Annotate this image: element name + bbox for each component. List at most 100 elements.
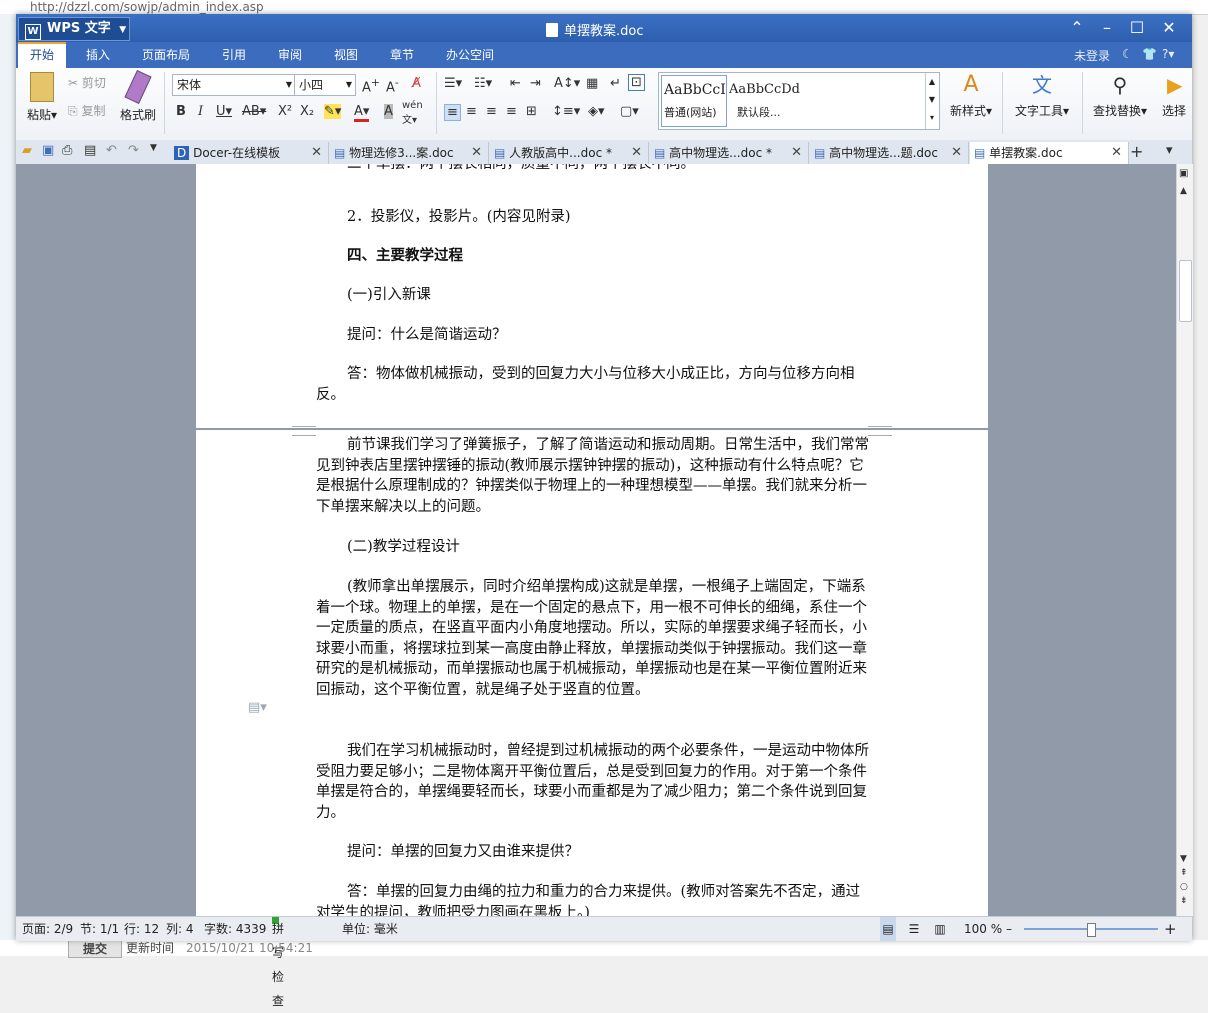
web-view-icon[interactable]: ▥ (932, 917, 948, 941)
menu-view[interactable]: 视图 (322, 42, 370, 68)
table-icon[interactable]: ▦ (586, 76, 598, 91)
menu-references[interactable]: 引用 (210, 42, 258, 68)
increase-indent-icon[interactable]: ⇥ (530, 76, 541, 91)
text-direction-icon[interactable]: A↕▾ (554, 76, 580, 91)
paragraph-mark-icon[interactable]: ↵ (610, 76, 621, 91)
undo-icon[interactable]: ↶ (106, 143, 117, 158)
redo-icon[interactable]: ↷ (128, 143, 139, 158)
menu-insert[interactable]: 插入 (74, 42, 122, 68)
chevron-down-icon[interactable]: ▼ (150, 143, 157, 153)
char-shading-icon[interactable]: A (384, 104, 393, 119)
close-button[interactable]: ✕ (1158, 18, 1180, 38)
decrease-indent-icon[interactable]: ⇤ (510, 76, 521, 91)
italic-icon[interactable]: I (198, 104, 203, 119)
grow-font-icon[interactable]: A+ (362, 76, 380, 95)
browser-url-bar[interactable]: http://dzzl.com/sowjp/admin_index.asp (0, 0, 1208, 15)
style-gallery-scroll[interactable]: ▲ ▼ ▾ (925, 73, 938, 129)
status-unit[interactable]: 单位: 毫米 (342, 917, 398, 941)
find-replace-button[interactable]: ⚲ 查找替换▾ (1088, 72, 1152, 119)
align-right-icon[interactable]: ≡ (486, 104, 497, 119)
previous-page-icon[interactable]: ⇞ (1180, 868, 1188, 878)
scroll-down-icon[interactable]: ▼ (1180, 854, 1187, 864)
close-icon[interactable]: ✕ (631, 142, 642, 164)
shrink-font-icon[interactable]: A- (386, 76, 399, 95)
print-preview-icon[interactable]: ▤ (84, 143, 96, 158)
tab-doc-4[interactable]: ▤ 高中物理选...题.doc ✕ (810, 142, 969, 164)
zoom-out-icon[interactable]: – (1006, 917, 1012, 941)
vertical-scrollbar[interactable]: ▣ ▲ ▼ ⇞ ○ ⇟ (1176, 164, 1193, 916)
tab-list-icon[interactable]: ▾ (1166, 143, 1173, 158)
tab-doc-1[interactable]: ▤ 物理选修3...案.doc ✕ (330, 142, 489, 164)
style-normal-web[interactable]: AaBbCcI 普通(网站) (661, 75, 727, 127)
show-hide-icon[interactable]: ⊡ (628, 74, 645, 91)
open-folder-icon[interactable]: ▰ (22, 143, 32, 158)
minimize-button[interactable]: – (1096, 18, 1118, 38)
menu-chapter[interactable]: 章节 (378, 42, 426, 68)
shirt-icon[interactable]: 👕 (1142, 47, 1157, 61)
text-tools-button[interactable]: 文 文字工具▾ (1010, 72, 1074, 119)
border-icon[interactable]: ▢▾ (620, 104, 639, 119)
page-view-icon[interactable]: ▤ (880, 917, 896, 941)
zoom-in-icon[interactable]: + (1164, 917, 1177, 941)
outline-view-icon[interactable]: ☰ (906, 917, 922, 941)
highlight-icon[interactable]: ✎▾ (324, 104, 342, 119)
align-center-icon[interactable]: ≡ (466, 104, 477, 119)
bullet-list-icon[interactable]: ☰▾ (444, 76, 462, 91)
select-browse-object-icon[interactable]: ○ (1180, 882, 1188, 892)
close-icon[interactable]: ✕ (951, 142, 962, 164)
scrollbar-thumb[interactable] (1179, 260, 1192, 322)
scroll-up-icon[interactable]: ▲ (1180, 186, 1187, 196)
clear-format-icon[interactable]: A̸ (412, 76, 421, 91)
justify-icon[interactable]: ≡ (506, 104, 517, 119)
ruler-toggle-icon[interactable]: ▣ (1179, 168, 1188, 179)
select-button[interactable]: ▶ 选择 (1156, 72, 1192, 119)
status-page[interactable]: 页面: 2/9 (22, 917, 73, 941)
save-icon[interactable]: ▣ (42, 143, 54, 158)
strikethrough-icon[interactable]: AB▾ (242, 104, 266, 119)
tab-doc-3[interactable]: ▤ 高中物理选...doc * ✕ (650, 142, 809, 164)
new-tab-icon[interactable]: + (1130, 142, 1143, 161)
font-size-select[interactable]: 小四 ▼ (294, 74, 356, 96)
next-page-icon[interactable]: ⇟ (1180, 896, 1188, 906)
shading-icon[interactable]: ◈▾ (588, 104, 605, 119)
wps-app-menu-button[interactable]: W WPS 文字 ▼ (18, 17, 130, 41)
line-spacing-icon[interactable]: ↕≡▾ (552, 104, 580, 119)
menu-page-layout[interactable]: 页面布局 (130, 42, 202, 68)
new-style-button[interactable]: A 新样式▾ (946, 72, 996, 119)
phonetic-guide-icon[interactable]: wén 文▾ (402, 100, 423, 126)
subscript-icon[interactable]: X₂ (300, 104, 314, 119)
status-word-count[interactable]: 字数: 4339 (204, 917, 266, 941)
maximize-button[interactable]: ☐ (1126, 18, 1148, 38)
menu-review[interactable]: 审阅 (266, 42, 314, 68)
paste-button[interactable]: 粘贴▾ (22, 72, 62, 123)
tab-docer[interactable]: D Docer-在线模板 ✕ (170, 142, 329, 164)
tab-doc-active[interactable]: ▤ 单摆教案.doc ✕ (970, 142, 1129, 164)
underline-icon[interactable]: U▾ (216, 104, 232, 119)
numbered-list-icon[interactable]: ☷▾ (474, 76, 492, 91)
close-icon[interactable]: ✕ (311, 142, 322, 164)
close-icon[interactable]: ✕ (1111, 142, 1122, 164)
align-left-icon[interactable]: ≡ (444, 104, 461, 121)
close-icon[interactable]: ✕ (471, 142, 482, 164)
superscript-icon[interactable]: X² (278, 104, 292, 119)
help-icon[interactable]: ?▾ (1162, 47, 1174, 61)
format-painter-button[interactable]: 格式刷 (118, 70, 158, 123)
cut-button[interactable]: ✂ 剪切 (68, 74, 106, 91)
skin-icon[interactable]: ☾ (1122, 47, 1133, 61)
zoom-level[interactable]: 100 % (964, 917, 1002, 941)
menu-office-space[interactable]: 办公空间 (434, 42, 506, 68)
paragraph-menu-icon[interactable]: ▤▾ (248, 700, 267, 715)
submit-button[interactable]: 提交 (68, 940, 122, 958)
collapse-ribbon-button[interactable]: ⌃ (1066, 18, 1088, 38)
bold-icon[interactable]: B (176, 104, 186, 119)
tab-doc-2[interactable]: ▤ 人教版高中...doc * ✕ (490, 142, 649, 164)
login-status[interactable]: 未登录 (1074, 47, 1110, 64)
print-icon[interactable]: ⎙ (62, 143, 72, 158)
style-default-paragraph[interactable]: AaBbCcDd 默认段... (729, 75, 919, 125)
font-color-icon[interactable]: A▾ (354, 104, 370, 122)
distribute-icon[interactable]: ⊞ (526, 104, 537, 119)
zoom-slider-thumb[interactable] (1087, 923, 1096, 937)
menu-start[interactable]: 开始 (18, 42, 67, 68)
font-name-select[interactable]: 宋体 ▼ (172, 74, 296, 96)
copy-button[interactable]: ⎘ 复制 (68, 102, 105, 119)
